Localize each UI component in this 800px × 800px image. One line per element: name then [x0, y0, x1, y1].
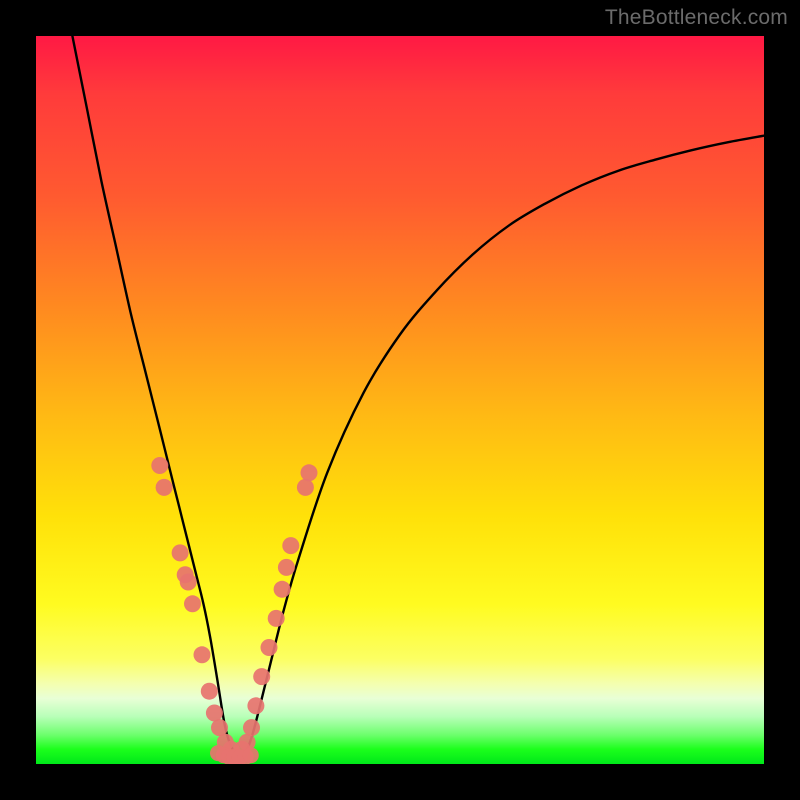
data-point: [282, 537, 299, 554]
data-point: [156, 479, 173, 496]
data-point: [180, 574, 197, 591]
data-point: [206, 705, 223, 722]
watermark-text: TheBottleneck.com: [605, 6, 788, 30]
plot-area: [36, 36, 764, 764]
valley-point: [243, 747, 259, 763]
scatter-points: [151, 457, 317, 764]
data-point: [211, 719, 228, 736]
data-point: [268, 610, 285, 627]
data-point: [194, 646, 211, 663]
data-point: [243, 719, 260, 736]
chart-frame: TheBottleneck.com: [0, 0, 800, 800]
data-point: [184, 595, 201, 612]
data-point: [261, 639, 278, 656]
data-point: [278, 559, 295, 576]
bottleneck-curve: [72, 36, 764, 757]
data-point: [297, 479, 314, 496]
data-point: [253, 668, 270, 685]
data-point: [201, 683, 218, 700]
data-point: [247, 697, 264, 714]
data-point: [151, 457, 168, 474]
chart-svg: [36, 36, 764, 764]
data-point: [172, 544, 189, 561]
data-point: [274, 581, 291, 598]
data-point: [301, 464, 318, 481]
